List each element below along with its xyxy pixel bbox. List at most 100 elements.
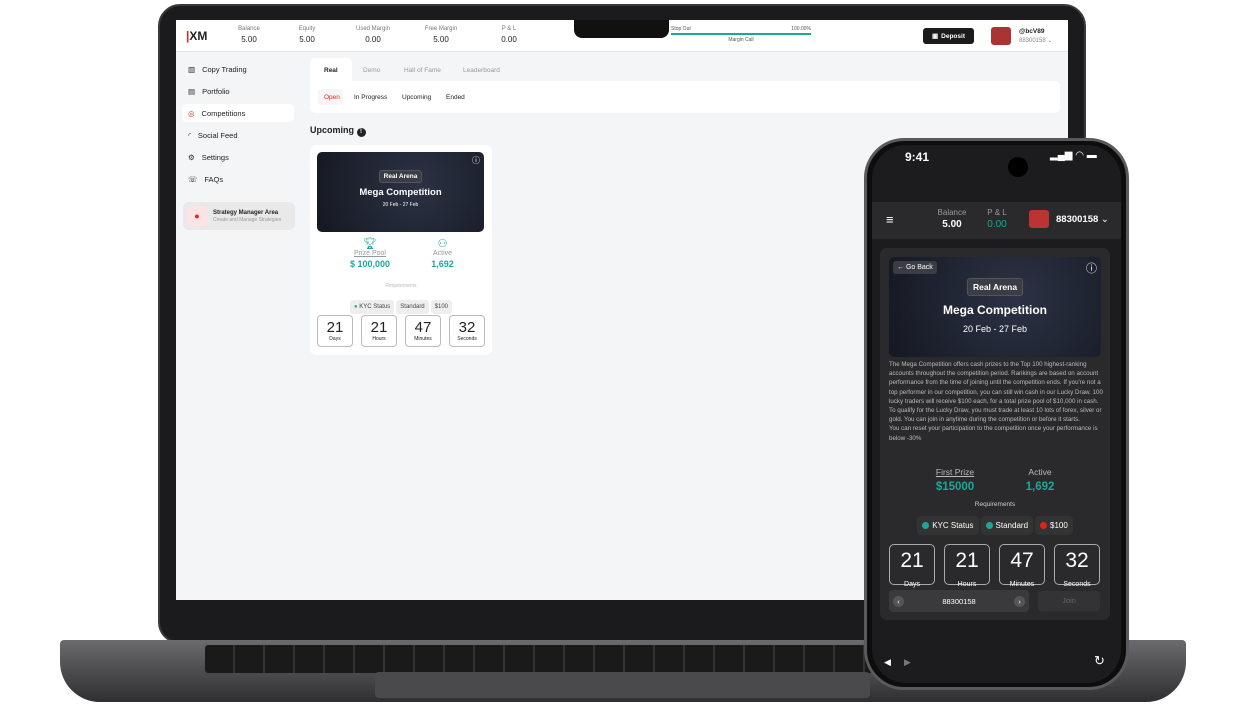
tab-real[interactable]: Real	[324, 67, 338, 74]
xm-logo: |XM	[186, 29, 208, 43]
check-icon	[985, 522, 993, 529]
users-icon: ⚇	[437, 238, 448, 250]
req-deposit: $100	[430, 300, 453, 314]
active-label: Active	[1028, 467, 1052, 477]
balance-label: Balance	[937, 208, 967, 217]
subtab-open[interactable]: Open	[324, 94, 340, 101]
competition-dates: 20 Feb - 27 Feb	[962, 324, 1028, 334]
trackpad	[375, 672, 870, 698]
stat-label: Balance	[238, 26, 260, 32]
sidebar-item-portfolio[interactable]: ▤ Portfolio	[182, 82, 294, 100]
requirements-label: Requirements	[385, 283, 417, 289]
prize-pool: 🏆︎ Prize Pool $ 100,000	[335, 237, 405, 269]
countdown-seconds: 32 Seconds	[449, 315, 485, 347]
chevron-down-icon: ⌄	[1047, 38, 1053, 44]
sidebar-item-label: Competitions	[201, 108, 246, 118]
section-title: Upcoming !	[310, 125, 366, 137]
subtab-upcoming[interactable]: Upcoming	[402, 94, 431, 101]
sidebar-item-competitions[interactable]: ◎ Competitions	[182, 104, 294, 122]
info-icon[interactable]: ⓘ	[472, 155, 480, 166]
countdown-hours: 21 Hours	[361, 315, 397, 347]
sidebar-item-settings[interactable]: ⚙ Settings	[182, 148, 294, 166]
description-text: The Mega Competition offers cash prizes …	[889, 361, 1103, 424]
chevron-down-icon: ⌄	[1100, 214, 1109, 225]
award-icon: ◎	[188, 108, 195, 118]
stat-balance: Balance 5.00	[224, 26, 274, 44]
sidebar-item-label: FAQs	[204, 174, 224, 184]
account-number: 88300158	[1019, 38, 1046, 44]
stat-label: Free Margin	[424, 26, 458, 32]
avatar[interactable]	[1029, 210, 1049, 228]
countdown-minutes: 47 Minutes	[999, 544, 1045, 588]
chat-icon: ☏	[188, 174, 198, 184]
account-selector[interactable]: 88300158 ⌄	[1056, 214, 1109, 225]
check-icon: ●	[353, 304, 358, 310]
sidebar-item-label: Copy Trading	[202, 64, 247, 74]
countdown-unit: Hours	[957, 581, 977, 588]
countdown-minutes: 47 Minutes	[405, 315, 441, 347]
countdown-value: 32	[1065, 549, 1089, 572]
req-kyc: ● KYC Status	[349, 300, 395, 314]
requirements: KYC Status Standard $100	[880, 516, 1110, 535]
section-title-text: Upcoming	[310, 125, 354, 135]
stat-value: 0.00	[365, 35, 381, 44]
x-icon	[1040, 522, 1048, 529]
active-count: ⚇ Active 1,692	[410, 237, 475, 269]
menu-icon[interactable]: ≡	[886, 212, 894, 227]
tab-hall-of-fame[interactable]: Hall of Fame	[404, 67, 441, 74]
pl-label: P & L	[987, 208, 1007, 217]
tab-leaderboard[interactable]: Leaderboard	[463, 67, 500, 74]
info-icon[interactable]: !	[356, 128, 366, 137]
sidebar-item-social-feed[interactable]: ◜ Social Feed	[182, 126, 294, 144]
margin-percent: 100.00%	[791, 26, 811, 32]
req-label: Standard	[995, 521, 1029, 530]
browser-forward-icon[interactable]: ▶	[904, 657, 911, 668]
username: @bcV89	[1019, 28, 1045, 35]
sidebar-item-faqs[interactable]: ☏ FAQs	[182, 170, 294, 188]
stat-value: 5.00	[299, 35, 315, 44]
stat-value: 5.00	[241, 35, 257, 44]
front-camera	[1008, 157, 1028, 177]
req-standard: Standard	[396, 300, 429, 314]
countdown-unit: Seconds	[1063, 581, 1091, 588]
avatar[interactable]	[991, 27, 1011, 45]
sidebar-item-label: Settings	[201, 152, 229, 162]
stat-label: P & L	[501, 26, 517, 32]
account-number: 88300158	[1056, 214, 1099, 225]
status-time: 9:41	[905, 150, 930, 164]
countdown-value: 47	[414, 319, 432, 336]
countdown-value: 32	[458, 319, 476, 336]
subtab-in-progress[interactable]: In Progress	[354, 94, 387, 101]
browser-back-icon[interactable]: ◀	[884, 657, 891, 668]
trophy-icon: 🏆︎	[363, 238, 377, 250]
info-icon[interactable]: ⓘ	[1086, 260, 1097, 276]
user-menu[interactable]: @bcV89 88300158 ⌄	[1019, 28, 1052, 44]
join-button[interactable]: Join	[1038, 591, 1100, 611]
countdown-unit: Minutes	[1009, 581, 1035, 588]
strategy-manager-button[interactable]: ● Strategy Manager Area Create and Manage…	[183, 202, 295, 230]
sidebar-item-label: Social Feed	[197, 130, 238, 140]
req-standard: Standard	[980, 516, 1034, 535]
countdown-unit: Minutes	[414, 336, 432, 342]
competition-card[interactable]: ⓘ Real Arena Mega Competition 20 Feb - 2…	[310, 145, 492, 355]
competition-dates: 20 Feb - 27 Feb	[382, 202, 419, 208]
arena-badge: Real Arena	[966, 278, 1024, 296]
sidebar-item-copy-trading[interactable]: ▥ Copy Trading	[182, 60, 294, 78]
req-kyc: KYC Status	[917, 516, 979, 535]
strategy-subtitle: Create and Manage Strategies	[213, 216, 282, 223]
deposit-button[interactable]: ▣ Deposit	[923, 28, 974, 44]
mobile-pl: P & L 0.00	[977, 208, 1017, 230]
competition-title: Mega Competition	[359, 187, 442, 198]
reload-icon[interactable]: ↻	[1094, 653, 1105, 669]
subtab-ended[interactable]: Ended	[446, 94, 465, 101]
chevron-right-icon[interactable]: ›	[1014, 595, 1025, 607]
go-back-button[interactable]: ← Go Back	[893, 261, 937, 274]
stat-free-margin: Free Margin 5.00	[416, 26, 466, 44]
prize-value: $ 100,000	[349, 259, 391, 269]
account-picker[interactable]: ‹ 88300158 ›	[889, 590, 1029, 612]
mobile-header: ≡ Balance 5.00 P & L 0.00 88300158 ⌄	[872, 202, 1121, 239]
tab-demo[interactable]: Demo	[363, 67, 380, 74]
wallet-icon: ▣	[932, 33, 939, 40]
first-prize-label: First Prize	[935, 467, 975, 477]
chevron-left-icon[interactable]: ‹	[893, 595, 904, 607]
